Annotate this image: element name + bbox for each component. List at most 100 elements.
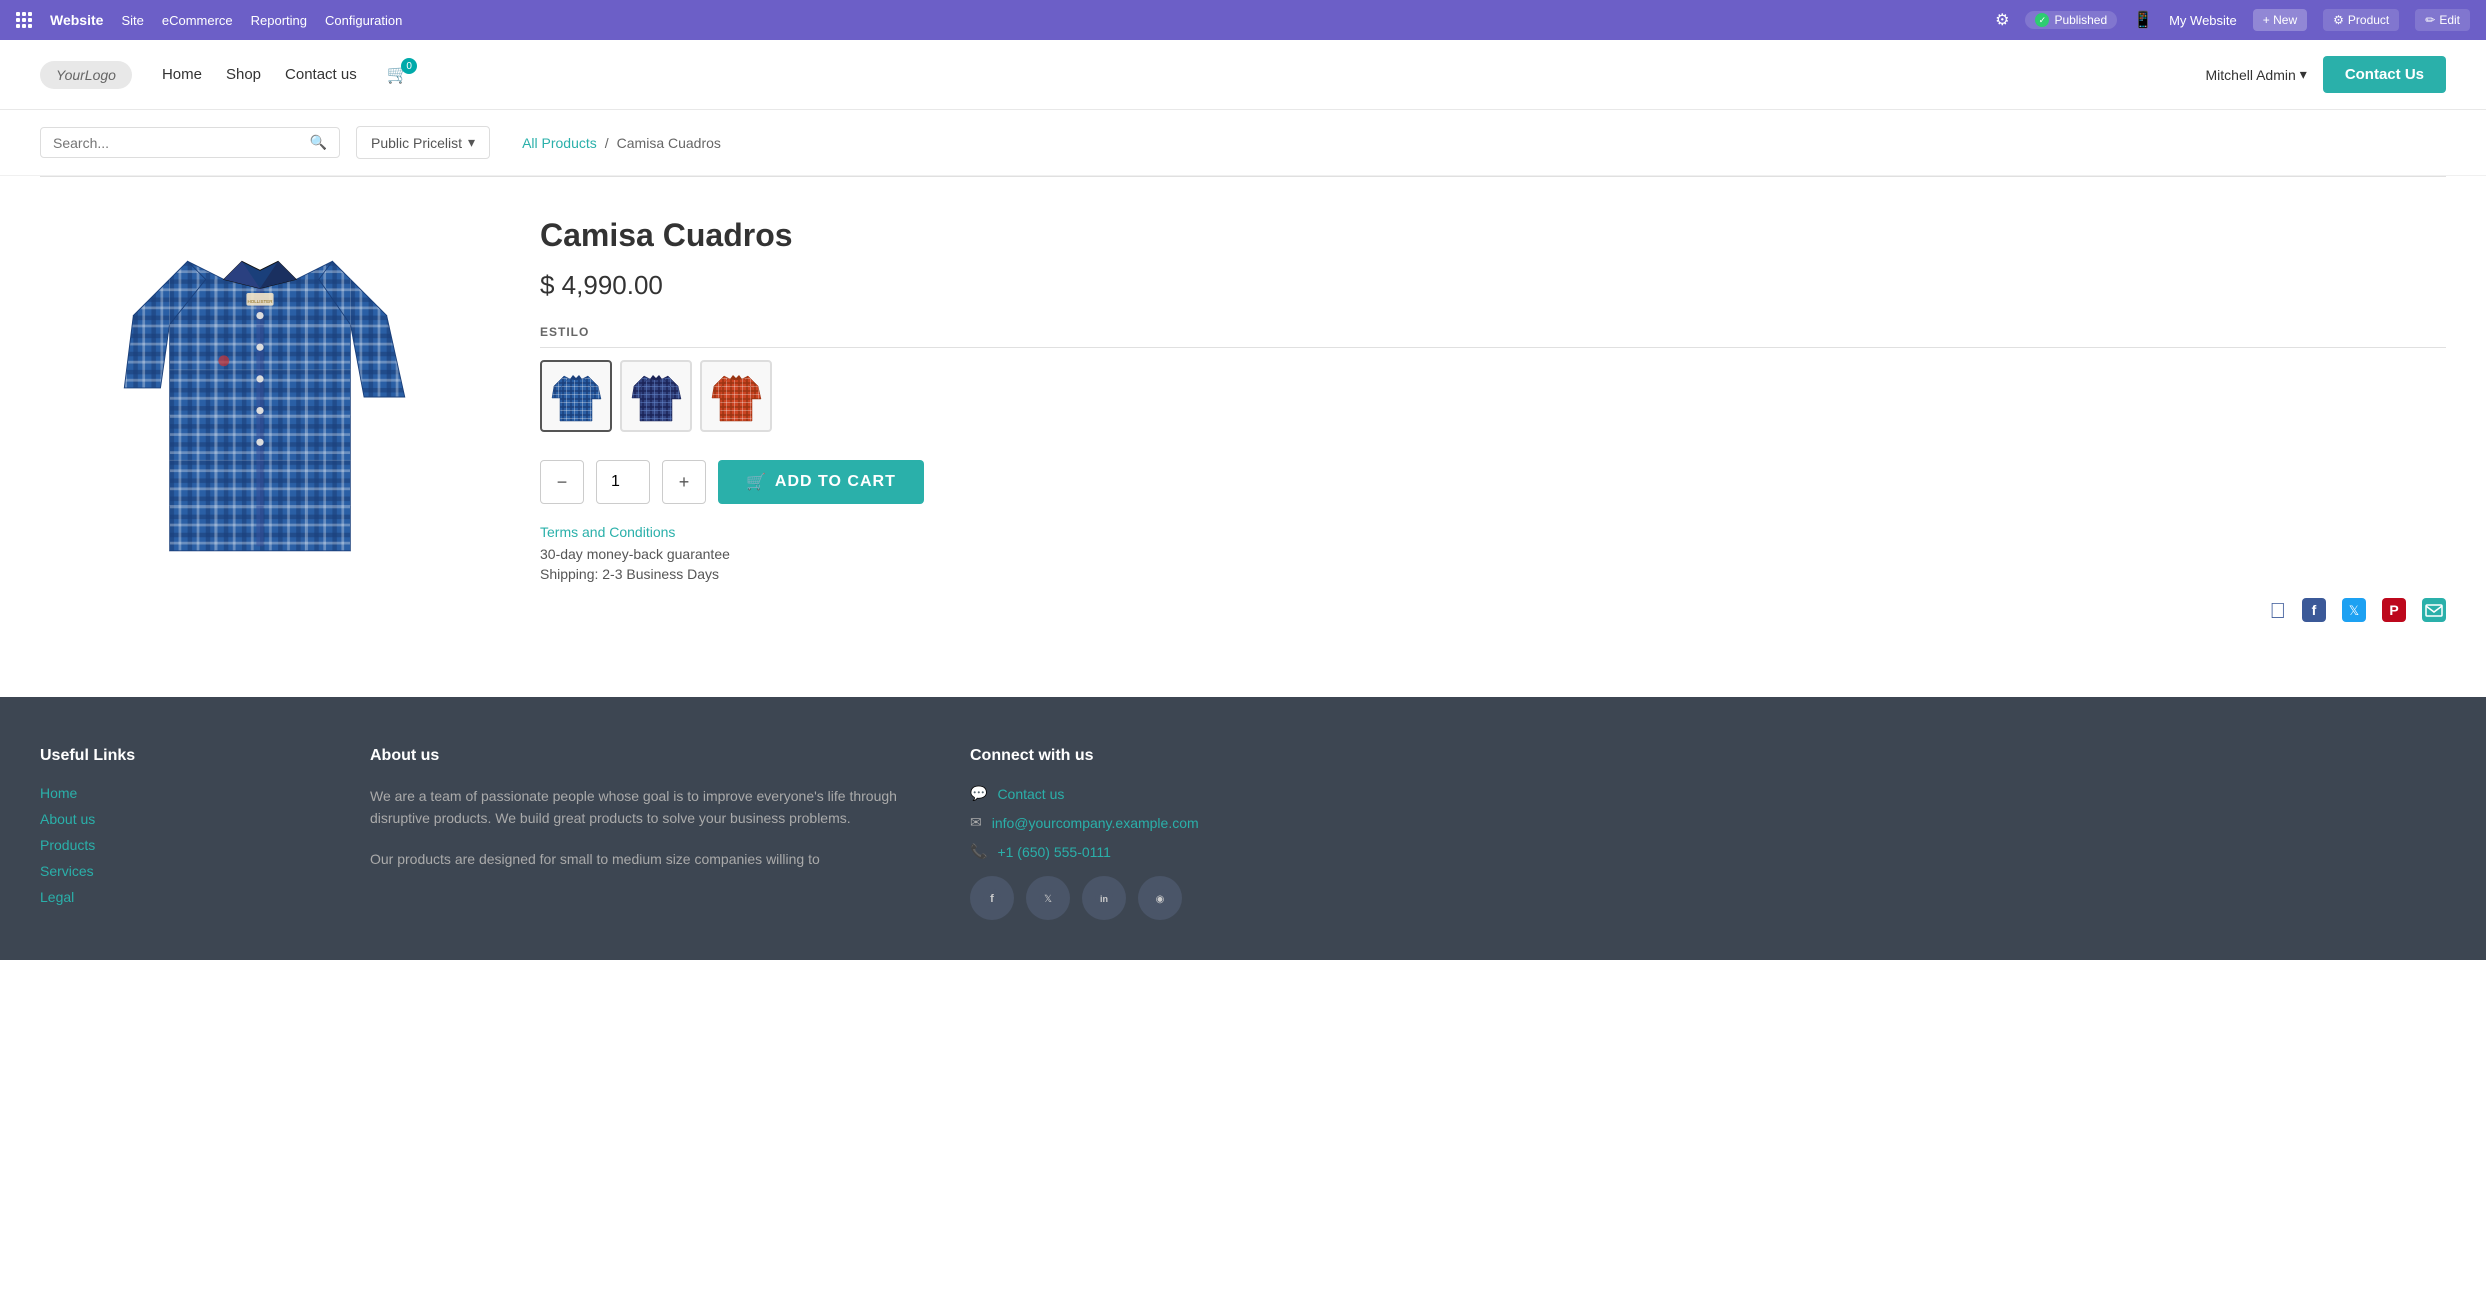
settings-icon[interactable]: ⚙ — [1995, 10, 2009, 30]
social-facebook-icon[interactable]: f — [970, 876, 1014, 920]
new-button[interactable]: + New — [2253, 9, 2307, 31]
estilo-label: ESTILO — [540, 325, 2446, 348]
quantity-input[interactable] — [596, 460, 650, 504]
about-text-1: We are a team of passionate people whose… — [370, 785, 910, 830]
connect-contact-link[interactable]: Contact us — [997, 786, 1064, 802]
email-icon: ✉ — [970, 814, 982, 831]
share-facebook-icon[interactable]:  — [2270, 598, 2287, 624]
add-to-cart-label: ADD TO CART — [775, 473, 896, 491]
admin-app-name[interactable]: Website — [50, 12, 103, 28]
cart-badge: 0 — [401, 58, 417, 74]
social-row: f 𝕏 in ◉ — [970, 876, 1240, 920]
breadcrumb-current: Camisa Cuadros — [617, 135, 721, 151]
pricelist-label: Public Pricelist — [371, 135, 462, 151]
main-nav: YourLogo Home Shop Contact us 🛒 0 Mitche… — [0, 40, 2486, 110]
footer-link-products[interactable]: Products — [40, 837, 310, 853]
published-label: Published — [2054, 13, 2107, 27]
my-website-dropdown[interactable]: My Website — [2169, 13, 2237, 28]
admin-nav-configuration[interactable]: Configuration — [325, 13, 402, 28]
share-icons:  f 𝕏 P — [540, 598, 2446, 624]
color-options — [540, 360, 2446, 432]
product-button[interactable]: ⚙ Product — [2323, 9, 2399, 31]
nav-shop[interactable]: Shop — [226, 66, 261, 83]
product-title: Camisa Cuadros — [540, 217, 2446, 254]
variant-option-1[interactable] — [540, 360, 612, 432]
connect-links: 💬 Contact us ✉ info@yourcompany.example.… — [970, 785, 1240, 860]
nav-home[interactable]: Home — [162, 66, 202, 83]
footer-about: About us We are a team of passionate peo… — [370, 747, 910, 920]
search-icon[interactable]: 🔍 — [310, 134, 327, 151]
footer-link-home[interactable]: Home — [40, 785, 310, 801]
share-twitter-icon[interactable]: 𝕏 — [2342, 598, 2366, 622]
share-pinterest-icon[interactable]: P — [2382, 598, 2406, 622]
footer-link-services[interactable]: Services — [40, 863, 310, 879]
admin-bar: Website Site eCommerce Reporting Configu… — [0, 0, 2486, 40]
product-image: HOLLISTER — [70, 207, 450, 587]
breadcrumb: All Products / Camisa Cuadros — [506, 135, 721, 151]
footer-link-legal[interactable]: Legal — [40, 889, 310, 905]
shipping-text: Shipping: 2-3 Business Days — [540, 566, 2446, 582]
footer-connect: Connect with us 💬 Contact us ✉ info@your… — [970, 747, 1240, 920]
variant-option-2[interactable] — [620, 360, 692, 432]
product-details: Camisa Cuadros $ 4,990.00 ESTILO — [540, 207, 2446, 627]
quantity-decrease-button[interactable]: − — [540, 460, 584, 504]
edit-button[interactable]: ✏ Edit — [2415, 9, 2470, 31]
about-title: About us — [370, 747, 910, 765]
search-bar-section: 🔍 Public Pricelist ▾ All Products / Cami… — [0, 110, 2486, 176]
connect-email-item: ✉ info@yourcompany.example.com — [970, 814, 1240, 831]
footer-grid: Useful Links Home About us Products Serv… — [40, 747, 1240, 920]
admin-nav-ecommerce[interactable]: eCommerce — [162, 13, 233, 28]
share-email-icon[interactable] — [2422, 598, 2446, 622]
product-image-area: HOLLISTER — [40, 207, 480, 627]
svg-text:P: P — [2389, 602, 2398, 618]
about-text-2: Our products are designed for small to m… — [370, 848, 910, 870]
guarantee-text: 30-day money-back guarantee — [540, 546, 2446, 562]
contact-us-button[interactable]: Contact Us — [2323, 56, 2446, 93]
social-twitter-icon[interactable]: 𝕏 — [1026, 876, 1070, 920]
phone-icon: 📞 — [970, 843, 987, 860]
svg-text:in: in — [1100, 894, 1108, 904]
nav-contact[interactable]: Contact us — [285, 66, 357, 83]
quantity-increase-button[interactable]: + — [662, 460, 706, 504]
published-icon — [2035, 13, 2049, 27]
share-facebook-icon[interactable]: f — [2302, 598, 2326, 622]
svg-text:f: f — [2312, 602, 2317, 618]
variant-option-3[interactable] — [700, 360, 772, 432]
svg-text:HOLLISTER: HOLLISTER — [247, 299, 273, 304]
cart-icon[interactable]: 🛒 0 — [387, 64, 409, 85]
add-to-cart-button[interactable]: 🛒 ADD TO CART — [718, 460, 924, 504]
pricelist-dropdown[interactable]: Public Pricelist ▾ — [356, 126, 490, 159]
connect-phone-item: 📞 +1 (650) 555-0111 — [970, 843, 1240, 860]
useful-links-title: Useful Links — [40, 747, 310, 765]
connect-phone-link[interactable]: +1 (650) 555-0111 — [997, 844, 1111, 860]
pencil-icon: ✏ — [2425, 13, 2435, 27]
svg-text:𝕏: 𝕏 — [2349, 603, 2359, 618]
logo[interactable]: YourLogo — [40, 61, 132, 89]
social-linkedin-icon[interactable]: in — [1082, 876, 1126, 920]
connect-contact-item: 💬 Contact us — [970, 785, 1240, 802]
footer-links-list: Home About us Products Services Legal — [40, 785, 310, 905]
admin-nav-reporting[interactable]: Reporting — [251, 13, 307, 28]
grid-icon[interactable] — [16, 12, 32, 28]
pricelist-chevron: ▾ — [468, 134, 475, 151]
svg-text:𝕏: 𝕏 — [1044, 894, 1052, 905]
breadcrumb-all-products[interactable]: All Products — [522, 135, 597, 151]
connect-email-link[interactable]: info@yourcompany.example.com — [992, 815, 1199, 831]
footer-link-about[interactable]: About us — [40, 811, 310, 827]
published-badge: Published — [2025, 11, 2117, 29]
gear-small-icon: ⚙ — [2333, 13, 2344, 27]
terms-link[interactable]: Terms and Conditions — [540, 524, 2446, 540]
mobile-icon[interactable]: 📱 — [2133, 10, 2153, 30]
footer-useful-links: Useful Links Home About us Products Serv… — [40, 747, 310, 920]
svg-text:f: f — [990, 893, 994, 905]
breadcrumb-separator: / — [605, 135, 609, 151]
chevron-down-icon: ▾ — [2300, 66, 2307, 83]
nav-links: Home Shop Contact us — [162, 66, 357, 83]
search-input[interactable] — [53, 135, 302, 151]
user-dropdown[interactable]: Mitchell Admin ▾ — [2206, 66, 2307, 83]
product-price: $ 4,990.00 — [540, 270, 2446, 301]
footer: Useful Links Home About us Products Serv… — [0, 697, 2486, 960]
chat-icon: 💬 — [970, 785, 987, 802]
social-rss-icon[interactable]: ◉ — [1138, 876, 1182, 920]
admin-nav-site[interactable]: Site — [121, 13, 143, 28]
